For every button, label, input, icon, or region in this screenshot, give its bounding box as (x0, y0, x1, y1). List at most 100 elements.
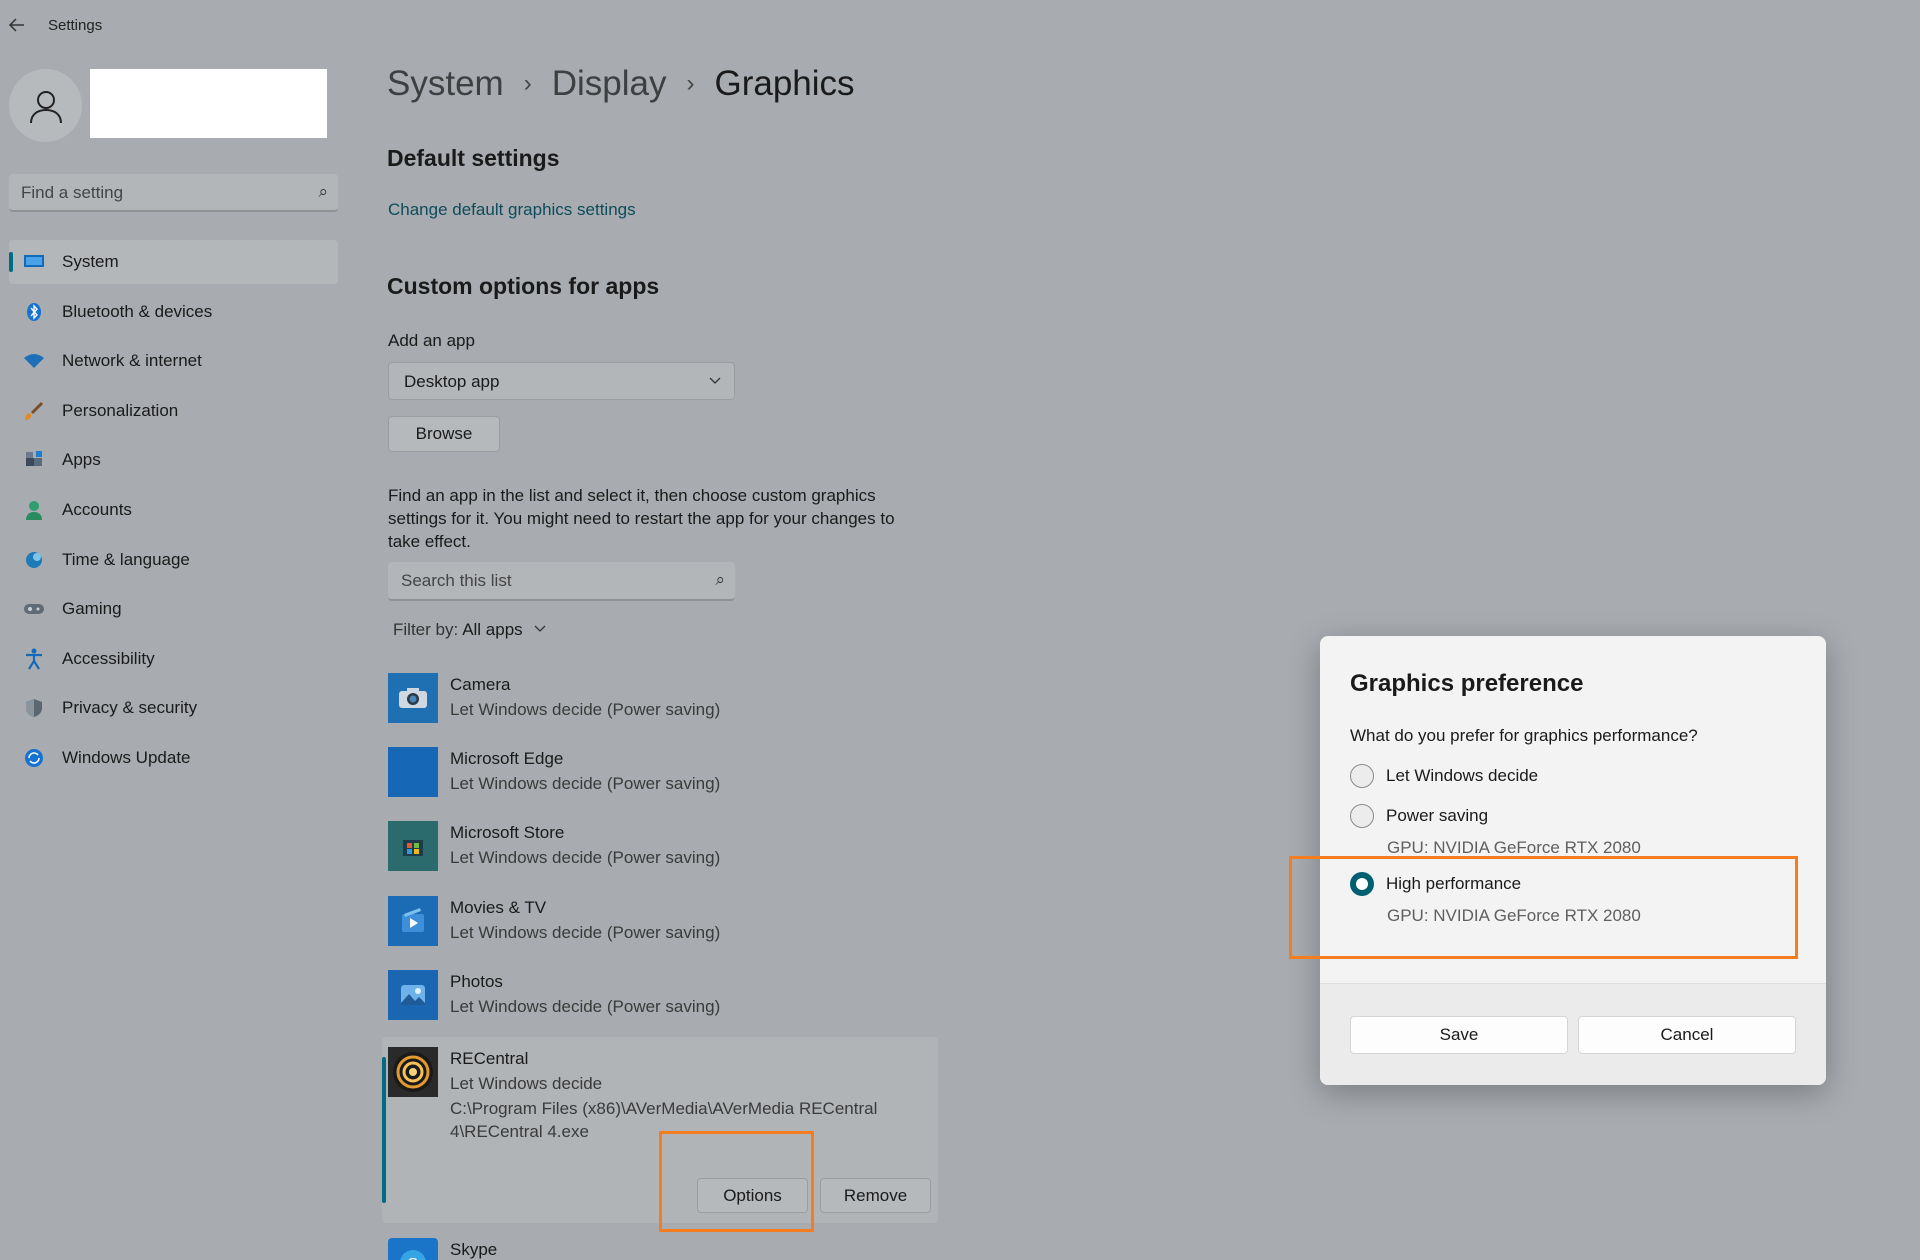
list-item[interactable]: Photos Let Windows decide (Power saving) (388, 970, 938, 1040)
app-name: Camera (450, 675, 511, 694)
recentral-icon (388, 1047, 438, 1097)
list-item[interactable]: Camera Let Windows decide (Power saving) (388, 673, 938, 743)
breadcrumb-system[interactable]: System (387, 64, 504, 104)
app-type-dropdown[interactable]: Desktop app (388, 362, 735, 400)
gpu-info: GPU: NVIDIA GeForce RTX 2080 (1387, 838, 1641, 857)
person-icon (29, 90, 62, 123)
help-text: Find an app in the list and select it, t… (388, 486, 895, 551)
browse-button[interactable]: Browse (388, 416, 500, 452)
radio-button[interactable] (1350, 804, 1374, 828)
sidebar-item-privacy[interactable]: Privacy & security (9, 686, 338, 730)
app-name: Skype (450, 1240, 498, 1259)
app-status: Let Windows decide (Power saving) (450, 848, 721, 867)
back-arrow-icon[interactable] (6, 16, 28, 38)
monitor-icon (23, 251, 45, 273)
apps-icon (23, 449, 45, 471)
list-item[interactable]: Movies & TV Let Windows decide (Power sa… (388, 896, 938, 966)
window-title: Settings (48, 17, 103, 34)
svg-text:S: S (408, 1256, 419, 1260)
breadcrumb: System › Display › Graphics (387, 64, 855, 104)
chevron-down-icon (533, 620, 547, 640)
accessibility-icon (23, 648, 45, 670)
avatar[interactable] (9, 69, 82, 142)
app-name: Microsoft Edge (450, 749, 564, 768)
sidebar-item-bluetooth[interactable]: Bluetooth & devices (9, 290, 338, 334)
radio-button[interactable] (1350, 764, 1374, 788)
app-status: Let Windows decide (450, 1074, 603, 1093)
globe-clock-icon (23, 549, 45, 571)
store-icon (388, 821, 438, 871)
app-status: Let Windows decide (Power saving) (450, 774, 721, 793)
gamepad-icon (23, 598, 45, 620)
sidebar-item-label: Bluetooth & devices (62, 301, 213, 321)
breadcrumb-display[interactable]: Display (552, 64, 667, 104)
filter-label: Filter by: (393, 620, 459, 639)
change-default-graphics-link[interactable]: Change default graphics settings (388, 200, 636, 220)
sidebar-item-gaming[interactable]: Gaming (9, 587, 338, 631)
highlight-box (659, 1131, 814, 1232)
filter-dropdown[interactable]: Filter by: All apps (393, 620, 547, 640)
app-status: Let Windows decide (Power saving) (450, 923, 721, 942)
add-app-label: Add an app (388, 331, 475, 350)
default-settings-heading: Default settings (387, 145, 560, 171)
sidebar-item-label: Apps (62, 450, 101, 470)
find-setting-search[interactable]: ⌕ (9, 174, 338, 212)
list-item[interactable]: Microsoft Store Let Windows decide (Powe… (388, 821, 938, 891)
sidebar-item-label: Personalization (62, 400, 179, 420)
sidebar-item-label: Accessibility (62, 648, 155, 668)
sidebar-item-label: System (62, 252, 119, 271)
sidebar-item-accessibility[interactable]: Accessibility (9, 637, 338, 681)
list-item[interactable]: S Skype (388, 1238, 938, 1260)
movies-icon (388, 896, 438, 946)
sidebar-item-system[interactable]: System (9, 240, 338, 284)
save-button[interactable]: Save (1350, 1016, 1568, 1054)
cancel-button[interactable]: Cancel (1578, 1016, 1796, 1054)
sidebar-item-label: Time & language (62, 549, 190, 569)
radio-let-windows-decide[interactable]: Let Windows decide (1350, 764, 1538, 788)
shield-icon (23, 697, 45, 719)
skype-icon: S (388, 1238, 438, 1260)
list-item[interactable]: Microsoft Edge Let Windows decide (Power… (388, 747, 938, 817)
custom-options-heading: Custom options for apps (387, 273, 660, 299)
find-setting-input[interactable] (21, 182, 291, 204)
radio-label: Let Windows decide (1386, 766, 1539, 785)
app-name: Movies & TV (450, 898, 547, 917)
dialog-question: What do you prefer for graphics performa… (1350, 726, 1698, 745)
sidebar-item-windows-update[interactable]: Windows Update (9, 736, 338, 780)
chevron-down-icon (708, 373, 722, 392)
sidebar-item-accounts[interactable]: Accounts (9, 488, 338, 532)
chevron-right-icon: › (523, 70, 532, 97)
remove-button[interactable]: Remove (820, 1178, 931, 1213)
app-name: Photos (450, 972, 503, 991)
sidebar-item-apps[interactable]: Apps (9, 438, 338, 482)
app-list-search-input[interactable] (401, 570, 691, 592)
page-title: Graphics (714, 64, 855, 103)
radio-power-saving[interactable]: Power saving (1350, 804, 1488, 828)
search-icon[interactable]: ⌕ (715, 570, 725, 590)
sidebar-item-network[interactable]: Network & internet (9, 339, 338, 383)
edge-icon (388, 747, 438, 797)
app-name: Microsoft Store (450, 823, 565, 842)
radio-label: Power saving (1386, 806, 1489, 825)
sidebar-item-label: Privacy & security (62, 698, 198, 718)
highlight-box (1289, 856, 1798, 959)
app-type-selected: Desktop app (404, 372, 500, 391)
app-status: Let Windows decide (Power saving) (450, 997, 721, 1016)
sidebar-item-label: Network & internet (62, 351, 202, 371)
search-icon[interactable]: ⌕ (318, 182, 328, 202)
brush-icon (23, 400, 45, 422)
bluetooth-icon (23, 301, 45, 323)
chevron-right-icon: › (686, 70, 695, 97)
app-list-search[interactable]: ⌕ (388, 562, 735, 601)
title-bar: Settings (0, 0, 1920, 52)
user-name-redacted (90, 69, 327, 138)
dialog-footer: Save Cancel (1320, 983, 1826, 1085)
sidebar-item-personalization[interactable]: Personalization (9, 389, 338, 433)
sidebar-item-label: Windows Update (62, 747, 191, 767)
sidebar-item-label: Gaming (62, 599, 122, 619)
app-name: RECentral (450, 1049, 529, 1068)
sidebar-item-time-language[interactable]: Time & language (9, 538, 338, 582)
photos-icon (388, 970, 438, 1020)
wifi-icon (23, 350, 45, 372)
sidebar-item-label: Accounts (62, 499, 132, 519)
